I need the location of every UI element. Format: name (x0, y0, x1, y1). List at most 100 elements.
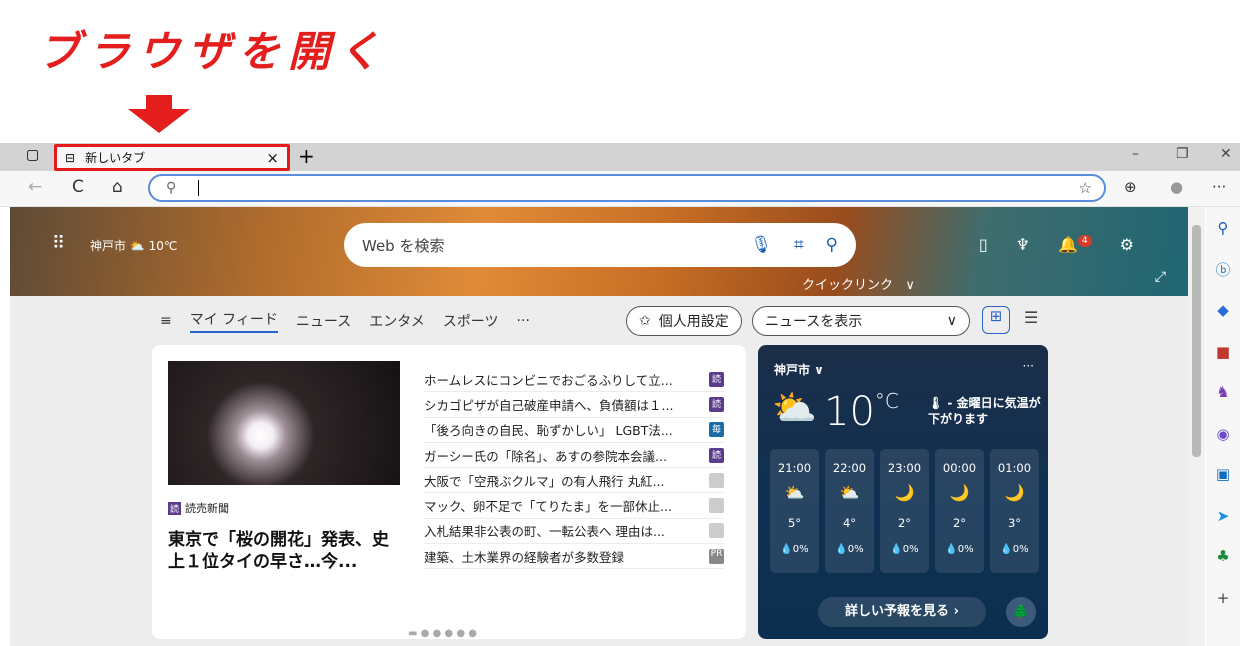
hour-precip: 💧0% (890, 544, 919, 555)
weather-city[interactable]: 神戸市 ∨ (774, 361, 824, 378)
hero-temp: 10℃ (148, 239, 178, 253)
hero-banner: ⠿ 神戸市 ⛅ 10℃ Web を検索 🎙 ⌗ ⚲ ▯ ♆ 🔔 4 ⚙ クイックリ… (10, 207, 1188, 296)
bing-icon[interactable]: ⓑ (1206, 259, 1240, 280)
collections-icon[interactable]: ⊕ (1124, 178, 1137, 196)
news-item[interactable]: ホームレスにコンビニでおごるふりして立... 読 (424, 367, 724, 393)
hour-slot[interactable]: 01:00 🌙 3° 💧0% (990, 449, 1039, 573)
sidebar-search-icon[interactable]: ⚲ (1206, 219, 1240, 237)
visual-search-icon[interactable]: ⌗ (794, 235, 804, 255)
search-icon[interactable]: ⚲ (826, 235, 838, 255)
publisher-badge-icon (709, 523, 724, 539)
web-search-box[interactable]: Web を検索 🎙 ⌗ ⚲ (344, 223, 856, 267)
hour-slot[interactable]: 22:00 ⛅ 4° 💧0% (825, 449, 874, 573)
news-title: ホームレスにコンビニでおごるふりして立... (424, 372, 673, 388)
list-view-icon[interactable]: ☰ (1024, 308, 1038, 327)
search-icon: ⚲ (166, 180, 177, 196)
news-title: 建築、土木業界の経験者が多数登録 (424, 549, 625, 565)
tab-more[interactable]: ··· (517, 313, 530, 329)
main-headline[interactable]: 東京で「桜の開花」発表、史上１位タイの早さ…今... (168, 529, 404, 573)
weather-chip[interactable]: 神戸市 ⛅ 10℃ (90, 237, 177, 254)
weather-card: 神戸市 ∨ ··· ⛅ 10°C 🌡 - 金曜日に気温が下がります 21:00 ⛅… (758, 345, 1048, 639)
news-item[interactable]: 建築、土木業界の経験者が多数登録 PR (424, 544, 724, 570)
edge-sidebar: ⚲ ⓑ ◆ ■ ♞ ◉ ▣ ➤ ♣ + (1206, 207, 1240, 646)
games-icon[interactable]: ♞ (1206, 383, 1240, 401)
quicklinks-toggle[interactable]: クイックリンク ∨ (802, 274, 915, 293)
news-list: ホームレスにコンビニでおごるふりして立... 読シカゴピザが自己破産申請へ、負債額… (424, 367, 724, 570)
hour-weather-icon: ⛅ (784, 483, 805, 502)
hour-slot[interactable]: 23:00 🌙 2° 💧0% (880, 449, 929, 573)
hour-time: 21:00 (777, 461, 812, 475)
rewards-icon[interactable]: ♆ (1016, 235, 1030, 254)
detailed-forecast-button[interactable]: 詳しい予報を見る › (818, 597, 986, 627)
favorite-star-icon[interactable]: ☆ (1079, 179, 1092, 197)
tab-new-tab[interactable]: ⊟ 新しいタブ × (54, 144, 290, 171)
carousel-dots[interactable]: ▬ ● ● ● ● ● (408, 628, 477, 639)
notification-badge: 4 (1077, 235, 1092, 247)
hour-slot[interactable]: 00:00 🌙 2° 💧0% (935, 449, 984, 573)
publisher-badge-icon: 毎 (709, 422, 724, 438)
send-icon[interactable]: ➤ (1206, 507, 1240, 525)
news-title: 大阪で「空飛ぶクルマ」の有人飛行 丸紅... (424, 473, 665, 489)
weather-map-icon[interactable]: 🌲 (1006, 597, 1036, 627)
expand-icon[interactable]: ⤢ (1155, 269, 1166, 285)
more-options-icon[interactable]: ··· (1023, 359, 1034, 373)
publisher-badge-icon (709, 498, 724, 514)
news-view-select[interactable]: ニュースを表示 ∨ (752, 306, 970, 336)
new-tab-button[interactable]: + (298, 144, 315, 168)
grid-view-icon[interactable]: ⊞ (982, 306, 1010, 334)
window-close-button[interactable]: ✕ (1220, 146, 1232, 162)
news-title: 「後ろ向きの自民、恥ずかしい」 LGBT法... (424, 423, 673, 439)
profile-avatar[interactable]: ● (1170, 178, 1183, 196)
hour-precip: 💧0% (835, 544, 864, 555)
scroll-thumb[interactable] (1192, 225, 1201, 457)
tab-entertainment[interactable]: エンタメ (369, 311, 425, 331)
apps-grid-icon[interactable]: ⠿ (52, 233, 66, 254)
toolbox-icon[interactable]: ■ (1206, 343, 1240, 361)
alert-text: - 金曜日に気温が下がります (928, 396, 1041, 426)
news-view-label: ニュースを表示 (765, 314, 863, 330)
tab-actions-icon[interactable]: ▢ (26, 147, 39, 163)
refresh-button[interactable]: C (72, 177, 84, 197)
hour-slot[interactable]: 21:00 ⛅ 5° 💧0% (770, 449, 819, 573)
news-title: マック、卵不足で「てりたま」を一部休止... (424, 499, 672, 515)
office-icon[interactable]: ◉ (1206, 425, 1240, 443)
news-item[interactable]: 入札結果非公表の町、一転公表へ 理由は... (424, 519, 724, 545)
news-item[interactable]: マック、卵不足で「てりたま」を一部休止... (424, 493, 724, 519)
temp-value: 10 (824, 389, 875, 435)
feed-menu-icon[interactable]: ≡ (160, 313, 172, 329)
address-bar[interactable]: ⚲ ☆ (148, 174, 1106, 202)
weather-alert[interactable]: 🌡 - 金曜日に気温が下がります (928, 395, 1048, 427)
tab-news[interactable]: ニュース (296, 311, 351, 331)
news-item[interactable]: シカゴピザが自己破産申請へ、負債額は１... 読 (424, 392, 724, 418)
tab-sports[interactable]: スポーツ (443, 311, 499, 331)
restore-button[interactable]: ❐ (1176, 146, 1189, 162)
hour-weather-icon: 🌙 (894, 483, 915, 502)
star-icon: ✩ (639, 313, 651, 329)
scrollbar[interactable] (1188, 207, 1205, 646)
mic-icon[interactable]: 🎙 (750, 235, 772, 255)
hour-temp: 2° (952, 516, 967, 530)
phone-icon[interactable]: ▯ (979, 235, 988, 254)
hour-temp: 5° (787, 516, 802, 530)
minimize-button[interactable]: – (1132, 146, 1139, 162)
hour-time: 23:00 (887, 461, 922, 475)
publisher-badge-icon: PR (709, 548, 724, 564)
temp-unit: °C (874, 389, 899, 413)
cherry-blossom-photo[interactable] (168, 361, 400, 485)
tree-icon[interactable]: ♣ (1206, 547, 1240, 565)
home-button[interactable]: ⌂ (112, 177, 123, 197)
tab-close-button[interactable]: × (266, 149, 279, 167)
hour-weather-icon: ⛅ (839, 483, 860, 502)
more-menu-button[interactable]: ··· (1212, 178, 1226, 196)
gear-icon[interactable]: ⚙ (1120, 235, 1134, 254)
bell-icon[interactable]: 🔔 4 (1058, 235, 1092, 254)
tab-my-feed[interactable]: マイ フィード (189, 309, 278, 333)
personalize-button[interactable]: ✩ 個人用設定 (626, 306, 742, 336)
tag-icon[interactable]: ◆ (1206, 301, 1240, 319)
outlook-icon[interactable]: ▣ (1206, 465, 1240, 483)
back-button[interactable]: ← (28, 177, 42, 197)
add-sidebar-button[interactable]: + (1206, 589, 1240, 607)
news-item[interactable]: ガーシー氏の「除名」、あすの参院本会議... 読 (424, 443, 724, 469)
news-item[interactable]: 大阪で「空飛ぶクルマ」の有人飛行 丸紅... (424, 468, 724, 494)
news-item[interactable]: 「後ろ向きの自民、恥ずかしい」 LGBT法... 毎 (424, 418, 724, 443)
